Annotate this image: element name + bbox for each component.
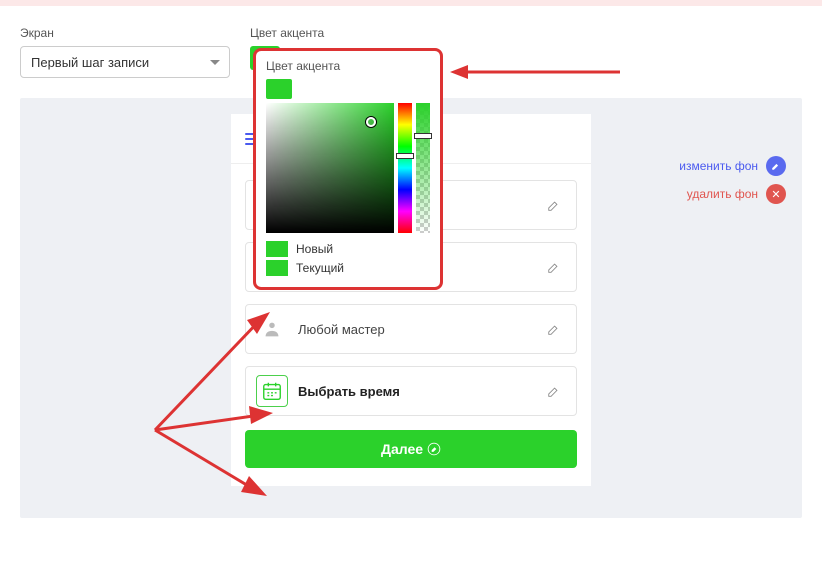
screen-select[interactable]: Первый шаг записи [20,46,230,78]
picker-current-swatch [266,79,292,99]
saturation-value-area[interactable] [266,103,394,233]
card-label: Выбрать время [298,384,532,399]
alpha-thumb[interactable] [414,133,432,139]
sv-cursor[interactable] [366,117,376,127]
bg-actions: изменить фон удалить фон ✕ [679,156,786,204]
card-any-master[interactable]: Любой мастер [245,304,577,354]
delete-bg-button[interactable]: удалить фон ✕ [687,184,786,204]
hue-thumb[interactable] [396,153,414,159]
hue-slider[interactable] [398,103,412,233]
pencil-icon [427,442,441,456]
picker-body [256,103,440,233]
person-icon [256,313,288,345]
next-label: Далее [381,441,423,457]
close-icon: ✕ [766,184,786,204]
screen-control: Экран Первый шаг записи [20,26,230,78]
edit-card-button[interactable] [542,317,566,341]
next-button[interactable]: Далее [245,430,577,468]
current-color-label: Текущий [296,261,344,275]
pencil-icon [547,260,561,274]
edit-card-button[interactable] [542,379,566,403]
card-time[interactable]: Выбрать время [245,366,577,416]
screen-select-wrap: Первый шаг записи [20,46,230,78]
pencil-icon [547,384,561,398]
color-picker[interactable]: Цвет акцента Новый Текущий [253,48,443,290]
alpha-slider[interactable] [416,103,430,233]
screen-label: Экран [20,26,230,40]
current-color-row: Текущий [266,260,430,276]
new-color-swatch [266,241,288,257]
accent-label: Цвет акцента [250,26,324,40]
new-color-label: Новый [296,242,333,256]
card-label: Любой мастер [298,322,532,337]
delete-bg-label: удалить фон [687,187,758,201]
new-color-row: Новый [266,241,430,257]
picker-compare: Новый Текущий [256,233,440,281]
edit-card-button[interactable] [542,193,566,217]
current-color-swatch [266,260,288,276]
pencil-icon [547,322,561,336]
edit-card-button[interactable] [542,255,566,279]
edit-bg-button[interactable]: изменить фон [679,156,786,176]
calendar-icon [256,375,288,407]
picker-title: Цвет акцента [256,51,440,79]
pencil-icon [766,156,786,176]
pencil-icon [547,198,561,212]
edit-bg-label: изменить фон [679,159,758,173]
